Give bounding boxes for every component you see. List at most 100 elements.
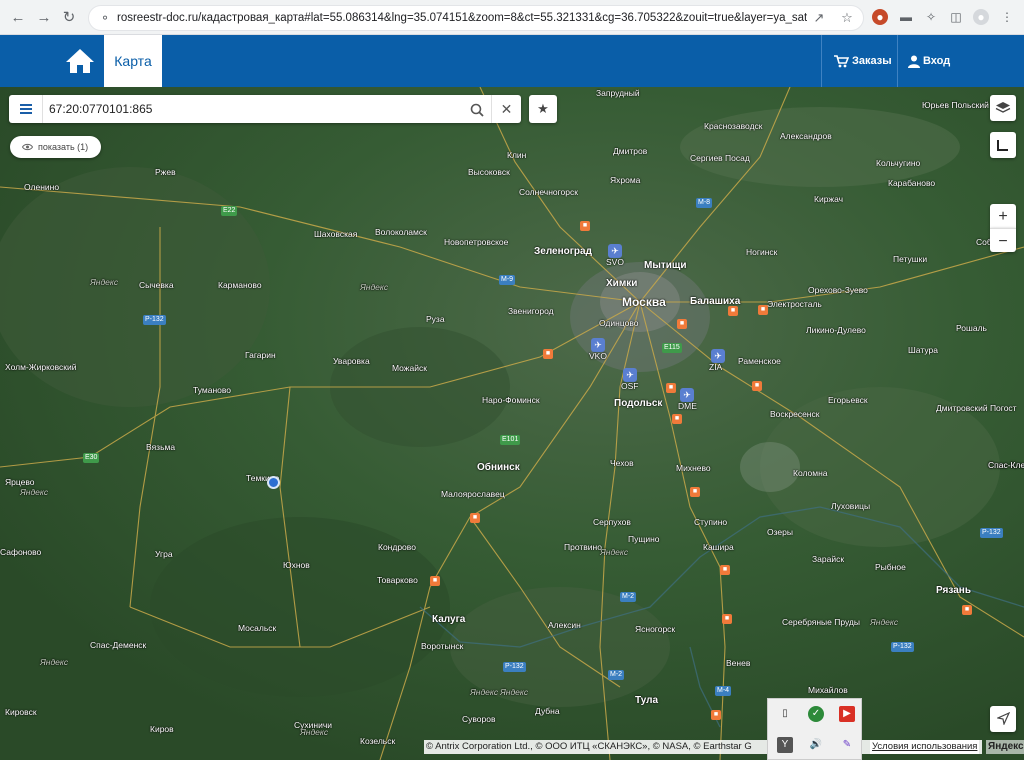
- map-label: Кондрово: [378, 542, 416, 552]
- layers-button[interactable]: [990, 95, 1016, 121]
- favorites-button[interactable]: ★: [529, 95, 557, 123]
- orders-button[interactable]: Заказы: [834, 35, 892, 87]
- security-shield-icon[interactable]: ✓: [808, 706, 824, 722]
- airport-icon[interactable]: ✈: [608, 244, 622, 258]
- fuel-station-icon[interactable]: ■: [752, 381, 762, 391]
- site-info-icon[interactable]: ⚬: [98, 11, 112, 25]
- clear-button[interactable]: ✕: [491, 95, 521, 123]
- map-label: Раменское: [738, 356, 781, 366]
- forward-icon[interactable]: →: [32, 6, 56, 30]
- map-label: Химки: [606, 278, 638, 289]
- fuel-station-icon[interactable]: ■: [470, 513, 480, 523]
- fuel-station-icon[interactable]: ■: [758, 305, 768, 315]
- zoom-out-button[interactable]: −: [990, 228, 1016, 252]
- fuel-station-icon[interactable]: ■: [690, 487, 700, 497]
- tab-map[interactable]: Карта: [104, 35, 162, 87]
- fuel-station-icon[interactable]: ■: [580, 221, 590, 231]
- speaker-icon[interactable]: 🔊: [808, 737, 824, 753]
- login-button[interactable]: Вход: [908, 35, 950, 87]
- satellite-map[interactable]: Запрудный Юрьев Польский Краснозаводск Алек…: [0, 87, 1024, 760]
- hamburger-icon: [20, 104, 32, 114]
- map-label: Наро-Фоминск: [482, 395, 540, 405]
- road-shield: Р-132: [143, 315, 166, 325]
- fuel-station-icon[interactable]: ■: [677, 319, 687, 329]
- fuel-station-icon[interactable]: ■: [728, 306, 738, 316]
- fuel-station-icon[interactable]: ■: [722, 614, 732, 624]
- map-label: Озеры: [767, 527, 793, 537]
- map-label: Краснозаводск: [704, 121, 763, 131]
- map-watermark: Яндекс: [870, 617, 899, 627]
- yandex-logo: Яндекс: [986, 740, 1024, 754]
- extension-fox-icon[interactable]: ●: [872, 9, 888, 25]
- satellite-imagery: [0, 87, 1024, 760]
- layers-icon: [995, 101, 1011, 113]
- show-objects-label: показать (1): [38, 142, 89, 152]
- map-label: Ликино-Дулево: [806, 325, 866, 335]
- extensions-puzzle-icon[interactable]: ✧: [923, 9, 939, 25]
- map-label: Ясногорск: [635, 624, 676, 634]
- airport-icon[interactable]: ✈: [680, 388, 694, 402]
- terms-of-use-link[interactable]: Условия использования: [870, 740, 980, 754]
- usb-drive-icon[interactable]: ▯: [777, 706, 793, 722]
- map-label: Карманово: [218, 280, 262, 290]
- map-label: Серпухов: [593, 517, 631, 527]
- map-label: Вязьма: [146, 442, 176, 452]
- extension-cloud-icon[interactable]: ▬: [898, 9, 914, 25]
- fuel-station-icon[interactable]: ■: [672, 414, 682, 424]
- yandex-app-icon[interactable]: Y: [777, 737, 793, 753]
- fuel-station-icon[interactable]: ■: [666, 383, 676, 393]
- airport-icon[interactable]: ✈: [591, 338, 605, 352]
- fuel-station-icon[interactable]: ■: [711, 710, 721, 720]
- browser-menu-icon[interactable]: ⋮: [999, 9, 1015, 25]
- geolocation-button[interactable]: [990, 706, 1016, 732]
- map-label: Холм-Жирковский: [5, 362, 77, 372]
- profile-avatar-icon[interactable]: ●: [973, 9, 989, 25]
- map-label: Малоярославец: [441, 489, 505, 499]
- fuel-station-icon[interactable]: ■: [720, 565, 730, 575]
- road-shield: Е22: [221, 206, 238, 216]
- location-marker[interactable]: [267, 476, 280, 489]
- airport-icon[interactable]: ✈: [711, 349, 725, 363]
- search-icon: [470, 103, 484, 117]
- road-shield: Е115: [662, 343, 682, 353]
- address-bar[interactable]: ⚬ rosreestr-doc.ru/кадастровая_карта#lat…: [88, 5, 864, 31]
- map-label: Серебряные Пруды: [782, 617, 860, 627]
- map-label: Товарково: [377, 575, 418, 585]
- map-label: Запрудный: [596, 88, 640, 98]
- map-label: Суворов: [462, 714, 496, 724]
- map-label: Михайлов: [808, 685, 848, 695]
- pen-icon[interactable]: ✎: [839, 737, 855, 753]
- share-icon[interactable]: ↗: [811, 10, 827, 26]
- map-label: Протвино: [564, 542, 602, 552]
- map-label: Юрьев Польский: [922, 100, 989, 110]
- side-panel-icon[interactable]: ◫: [948, 9, 964, 25]
- map-label: Киржач: [814, 194, 844, 204]
- airport-icon[interactable]: ✈: [623, 368, 637, 382]
- app-red-icon[interactable]: ▶: [839, 706, 855, 722]
- fuel-station-icon[interactable]: ■: [543, 349, 553, 359]
- home-icon[interactable]: [64, 47, 96, 75]
- map-label: Ржев: [155, 167, 176, 177]
- map-label: Электросталь: [767, 299, 822, 309]
- fuel-station-icon[interactable]: ■: [962, 605, 972, 615]
- road-shield: М-2: [608, 670, 625, 680]
- bookmark-star-icon[interactable]: ☆: [839, 10, 855, 26]
- menu-button[interactable]: [9, 95, 43, 123]
- cadastral-number-input[interactable]: [49, 99, 459, 119]
- measure-button[interactable]: [990, 132, 1016, 158]
- airport-code: VKO: [589, 351, 607, 361]
- map-label: Александров: [780, 131, 832, 141]
- map-label: Новопетровское: [444, 237, 509, 247]
- zoom-in-button[interactable]: +: [990, 204, 1016, 228]
- road-shield: Р-132: [503, 662, 526, 672]
- url-text[interactable]: rosreestr-doc.ru/кадастровая_карта#lat=5…: [117, 6, 807, 30]
- map-label: Оленино: [24, 182, 60, 192]
- map-label: Рязань: [936, 585, 971, 596]
- search-button[interactable]: [462, 95, 492, 123]
- fuel-station-icon[interactable]: ■: [430, 576, 440, 586]
- airport-code: OSF: [621, 381, 639, 391]
- show-objects-button[interactable]: показать (1): [10, 136, 101, 158]
- ruler-icon: [997, 139, 1008, 151]
- back-icon[interactable]: ←: [6, 6, 30, 30]
- reload-icon[interactable]: ↻: [57, 6, 81, 30]
